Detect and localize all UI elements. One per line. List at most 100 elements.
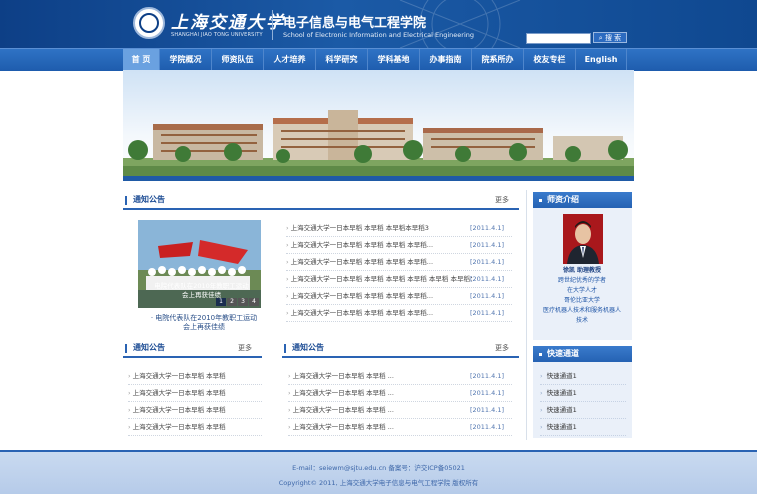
more-link[interactable]: 更多 [495, 194, 509, 206]
header-divider [272, 10, 273, 40]
search-button[interactable]: ⌕ 搜 索 [593, 32, 627, 43]
school-name-en: School of Electronic Information and Ele… [283, 31, 475, 39]
nav-item-about[interactable]: 学院概况 [160, 49, 212, 71]
list-item-date: [2011.4.1] [469, 258, 504, 266]
faculty-panel-header: 师资介绍 [533, 192, 632, 208]
nav-item-research[interactable]: 科学研究 [316, 49, 368, 71]
university-seal-logo[interactable] [133, 7, 165, 39]
nav-item-faculty[interactable]: 师资队伍 [212, 49, 264, 71]
slide-page-4[interactable]: 4 [249, 298, 259, 306]
university-name-en: SHANGHAI JIAO TONG UNIVERSITY [171, 32, 263, 38]
nav-item-english[interactable]: English [576, 49, 627, 71]
search-icon: ⌕ [598, 34, 603, 42]
page: 上海交通大学 SHANGHAI JIAO TONG UNIVERSITY 电子信… [0, 0, 757, 494]
faculty-line: 在大学人才 [566, 287, 597, 294]
site-footer: E-mail：seiewm@sjtu.edu.cn 备案号：沪交ICP备0502… [0, 450, 757, 494]
slide-page-1[interactable]: 1 [216, 298, 226, 306]
list-item[interactable]: › 上海交通大学一日本早稻 本早稻 [128, 368, 262, 385]
list-item-title: 上海交通大学一日本早稻 本早稻 [132, 372, 226, 380]
school-name-cn: 电子信息与电气工程学院 [283, 16, 427, 31]
slideshow-pager: 1 2 3 4 [216, 298, 259, 306]
footer-copyright: Copyright© 2011, 上海交通大学电子信息与电气工程学院 版权所有 [278, 479, 479, 487]
list-item[interactable]: › 上海交通大学一日本早稻 本早稻 [128, 419, 262, 436]
slide-page-2[interactable]: 2 [227, 298, 237, 306]
list-item[interactable]: › 上海交通大学一日本早稻 本早稻 [128, 385, 262, 402]
quick-links-header: 快速通道 [533, 346, 632, 362]
nav-item-home[interactable]: 首 页 [123, 49, 160, 71]
list-item[interactable]: › 上海交通大学一日本早稻 本早稻 本早稻 本早稻 本早稻 本早稻： [2011.4… [286, 271, 512, 288]
search-button-label: 搜 索 [604, 34, 622, 42]
search-input[interactable] [526, 33, 591, 44]
quick-link-item[interactable]: › 快速通道1 [540, 402, 626, 419]
quick-link-label: 快速通道1 [546, 389, 577, 397]
campus-banner-image [123, 70, 634, 180]
list-item[interactable]: › 上海交通大学一日本早稻 本早稻 ... [2011.4.1] [288, 368, 512, 385]
list-item-title: 上海交通大学一日本早稻 本早稻 本早稻 本早稻... [290, 258, 434, 266]
notice-list: › 上海交通大学一日本早稻 本早稻 ... [2011.4.1] › 上海交通大学一日… [288, 368, 512, 436]
nav-item-alumni[interactable]: 校友专栏 [524, 49, 576, 71]
list-item[interactable]: › 上海交通大学一日本早稻 本早稻 本早稻本早稻3 [2011.4.1] [286, 220, 512, 237]
list-item-date: [2011.4.1] [469, 224, 504, 232]
notice-list: › 上海交通大学一日本早稻 本早稻 › 上海交通大学一日本早稻 本早稻 › 上海交通大… [128, 368, 262, 436]
faculty-info: 徐凯 助理教授 跨世纪优秀的学者 在大学人才 哥伦比亚大学 医疗机器人技术和服务… [536, 266, 628, 326]
list-item-title: 上海交通大学一日本早稻 本早稻 本早稻 本早稻... [290, 292, 434, 300]
list-item-title: 上海交通大学一日本早稻 本早稻 ... [292, 389, 394, 397]
list-item-date: [2011.4.1] [469, 389, 504, 397]
notice-section-header: 通知公告 更多 [123, 194, 519, 210]
nav-item-disciplines[interactable]: 学科基地 [368, 49, 420, 71]
quick-link-label: 快速通道1 [546, 372, 577, 380]
nav-item-guide[interactable]: 办事指南 [420, 49, 472, 71]
list-item[interactable]: › 上海交通大学一日本早稻 本早稻 本早稻 本早稻... [2011.4.1] [286, 237, 512, 254]
notice-section-header: 通知公告 更多 [123, 342, 262, 358]
photo-caption-link[interactable]: · 电院代表队在2010年教职工运动会上再获佳绩 [148, 314, 260, 332]
quick-link-item[interactable]: › 快速通道1 [540, 419, 626, 436]
site-header: 上海交通大学 SHANGHAI JIAO TONG UNIVERSITY 电子信… [0, 0, 757, 48]
slide-page-3[interactable]: 3 [238, 298, 248, 306]
quick-link-label: 快速通道1 [546, 423, 577, 431]
quick-link-item[interactable]: › 快速通道1 [540, 368, 626, 385]
university-name-cn: 上海交通大学 [171, 13, 285, 33]
list-item[interactable]: › 上海交通大学一日本早稻 本早稻 ... [2011.4.1] [288, 419, 512, 436]
list-item-title: 上海交通大学一日本早稻 本早稻 ... [292, 423, 394, 431]
list-item-title: 上海交通大学一日本早稻 本早稻 [132, 406, 226, 414]
notice-list: › 上海交通大学一日本早稻 本早稻 本早稻本早稻3 [2011.4.1] › 上海交通… [286, 220, 512, 322]
list-item-title: 上海交通大学一日本早稻 本早稻 [132, 423, 226, 431]
list-item-date: [2011.4.1] [469, 241, 504, 249]
more-link[interactable]: 更多 [495, 342, 509, 354]
faculty-line: 哥伦比亚大学 [563, 297, 600, 304]
list-item-date: [2011.4.1] [469, 292, 504, 300]
list-item-title: 上海交通大学一日本早稻 本早稻 本早稻 本早稻... [290, 309, 434, 317]
list-item[interactable]: › 上海交通大学一日本早稻 本早稻 [128, 402, 262, 419]
faculty-portrait[interactable] [563, 214, 603, 264]
list-item-title: 上海交通大学一日本早稻 本早稻 ... [292, 372, 394, 380]
list-item[interactable]: › 上海交通大学一日本早稻 本早稻 ... [2011.4.1] [288, 402, 512, 419]
quick-link-label: 快速通道1 [546, 406, 577, 414]
list-item-date: [2011.4.1] [469, 275, 504, 283]
list-item[interactable]: › 上海交通大学一日本早稻 本早稻 ... [2011.4.1] [288, 385, 512, 402]
list-item-title: 上海交通大学一日本早稻 本早稻 本早稻 本早稻 本早稻 本早稻： [290, 275, 477, 283]
faculty-name-link[interactable]: 徐凯 助理教授 [536, 266, 628, 276]
quick-link-item[interactable]: › 快速通道1 [540, 385, 626, 402]
main-nav: 首 页 学院概况 师资队伍 人才培养 科学研究 学科基地 办事指南 院系所办 校… [0, 48, 757, 71]
banner-underline [123, 176, 634, 181]
list-item[interactable]: › 上海交通大学一日本早稻 本早稻 本早稻 本早稻... [2011.4.1] [286, 305, 512, 322]
list-item[interactable]: › 上海交通大学一日本早稻 本早稻 本早稻 本早稻... [2011.4.1] [286, 254, 512, 271]
nav-item-education[interactable]: 人才培养 [264, 49, 316, 71]
faculty-panel-title: 师资介绍 [547, 195, 579, 204]
notice-section-header: 通知公告 更多 [282, 342, 519, 358]
list-item-date: [2011.4.1] [469, 406, 504, 414]
list-item-date: [2011.4.1] [469, 423, 504, 431]
quick-links-list: › 快速通道1 › 快速通道1 › 快速通道1 › 快速通道1 [540, 368, 626, 436]
list-item-title: 上海交通大学一日本早稻 本早稻 ... [292, 406, 394, 414]
nav-item-departments[interactable]: 院系所办 [472, 49, 524, 71]
column-divider [526, 190, 527, 440]
section-title: 通知公告 [133, 195, 165, 204]
list-item[interactable]: › 上海交通大学一日本早稻 本早稻 本早稻 本早稻... [2011.4.1] [286, 288, 512, 305]
more-link[interactable]: 更多 [238, 342, 252, 354]
section-title: 通知公告 [133, 343, 165, 352]
list-item-date: [2011.4.1] [469, 372, 504, 380]
news-photo[interactable]: 电院代表队在2010年教职工运动会上再获佳绩 1 2 3 4 [138, 220, 261, 308]
list-item-title: 上海交通大学一日本早稻 本早稻 本早稻本早稻3 [290, 224, 429, 232]
list-item-date: [2011.4.1] [469, 309, 504, 317]
section-title: 通知公告 [292, 343, 324, 352]
